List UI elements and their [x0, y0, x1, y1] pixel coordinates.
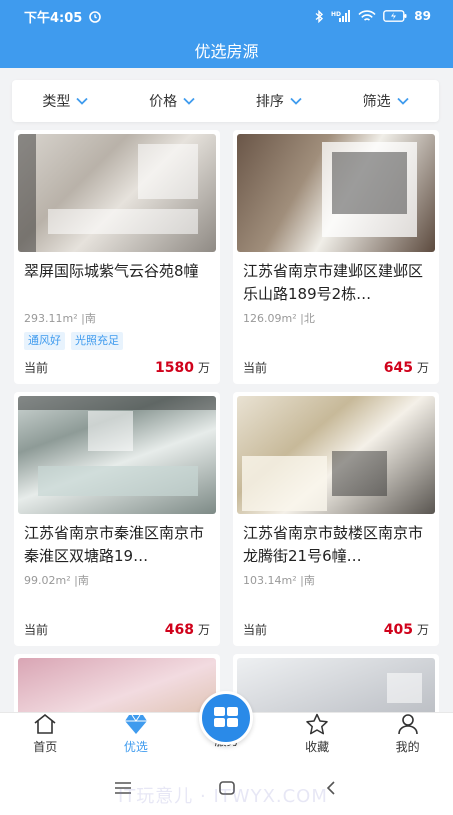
listing-title: 江苏省南京市鼓楼区南京市龙腾街21号6幢…	[243, 524, 424, 565]
listing-title: 翠屏国际城紫气云谷苑8幢	[24, 262, 199, 280]
price-label: 当前	[24, 623, 49, 637]
listing-photo	[18, 134, 216, 252]
listing-price-row: 当前 405 万	[243, 619, 429, 638]
listing-price-row: 当前 645 万	[243, 357, 429, 376]
alarm-icon	[89, 11, 102, 23]
price-unit: 万	[197, 361, 210, 375]
listing-meta: 126.09m² |北	[243, 312, 315, 325]
menu-icon	[114, 781, 131, 794]
filter-type-label: 类型	[42, 94, 71, 110]
filter-price[interactable]: 价格	[119, 91, 226, 111]
listing-title: 江苏省南京市建邺区建邺区乐山路189号2栋…	[243, 262, 424, 303]
filter-more-label: 筛选	[362, 94, 391, 110]
tab-home-label: 首页	[33, 740, 58, 754]
star-icon	[306, 713, 328, 735]
listing-tag: 通风好	[24, 332, 65, 350]
tab-mine-label: 我的	[395, 740, 420, 754]
listing-photo	[18, 658, 216, 712]
listing-card[interactable]: 江苏省南京市秦淮区南京市秦淮区双塘路19… 99.02m² |南 当前 468 万	[14, 392, 220, 646]
listing-title: 江苏省南京市秦淮区南京市秦淮区双塘路19…	[24, 524, 205, 565]
filter-more[interactable]: 筛选	[332, 91, 439, 111]
listing-card[interactable]: 江苏省南京市建邺区建邺区乐山路189号2栋… 126.09m² |北 当前 64…	[233, 130, 439, 384]
listing-meta: 293.11m² |南	[24, 312, 96, 325]
tab-featured[interactable]: 优选	[91, 713, 182, 760]
status-bar: 下午4:05 HD 89	[0, 0, 453, 32]
chevron-down-icon	[396, 97, 409, 105]
listing-card[interactable]	[233, 654, 439, 712]
listing-photo	[18, 396, 216, 514]
user-icon	[397, 714, 418, 735]
listing-card[interactable]: 翠屏国际城紫气云谷苑8幢 293.11m² |南 通风好 光照充足 当前 158…	[14, 130, 220, 384]
price-unit: 万	[416, 361, 429, 375]
status-time: 下午4:05	[24, 10, 83, 26]
listing-card[interactable]: 江苏省南京市鼓楼区南京市龙腾街21号6幢… 103.14m² |南 当前 405…	[233, 392, 439, 646]
home-nav-button[interactable]	[215, 776, 239, 800]
page-title: 优选房源	[194, 42, 259, 61]
diamond-icon	[124, 714, 147, 734]
price-label: 当前	[24, 361, 49, 375]
tab-mine[interactable]: 我的	[362, 713, 453, 760]
tab-favorites[interactable]: 收藏	[272, 713, 363, 760]
svg-text:HD: HD	[331, 11, 341, 18]
listing-price: 468	[164, 622, 194, 638]
listing-grid: 翠屏国际城紫气云谷苑8幢 293.11m² |南 通风好 光照充足 当前 158…	[14, 130, 439, 712]
chevron-down-icon	[76, 97, 89, 105]
signal-icon: HD	[331, 10, 351, 22]
price-label: 当前	[243, 361, 268, 375]
back-nav-button[interactable]	[319, 776, 343, 800]
listing-photo	[237, 396, 435, 514]
filter-bar: 类型 价格 排序 筛选	[12, 80, 439, 122]
listing-photo	[237, 134, 435, 252]
grid-icon	[214, 706, 239, 727]
page-header: 优选房源	[0, 32, 453, 68]
listing-price: 645	[383, 360, 413, 376]
chevron-down-icon	[290, 97, 302, 105]
listing-price-row: 当前 468 万	[24, 619, 210, 638]
listing-tag: 光照充足	[71, 332, 123, 350]
listing-tags: 通风好 光照充足	[14, 332, 220, 350]
listing-card[interactable]	[14, 654, 220, 712]
back-icon	[326, 780, 335, 795]
listing-meta: 99.02m² |南	[24, 574, 89, 587]
tab-featured-label: 优选	[123, 740, 148, 754]
filter-price-label: 价格	[149, 94, 178, 110]
bluetooth-icon	[315, 9, 324, 23]
wifi-icon	[358, 9, 376, 21]
price-label: 当前	[243, 623, 268, 637]
price-unit: 万	[197, 623, 210, 637]
square-icon	[218, 780, 235, 795]
battery-icon	[383, 10, 407, 22]
listing-price: 1580	[155, 360, 194, 376]
listing-photo	[237, 658, 435, 712]
bottom-tab-bar: 首页 优选 服务 收藏 我的	[0, 691, 453, 760]
listing-meta: 103.14m² |南	[243, 574, 315, 587]
menu-nav-button[interactable]	[111, 776, 135, 800]
filter-type[interactable]: 类型	[12, 91, 119, 111]
tab-service[interactable]: 服务	[181, 691, 272, 760]
tab-home[interactable]: 首页	[0, 713, 91, 760]
home-icon	[34, 713, 56, 734]
price-unit: 万	[416, 623, 429, 637]
chevron-down-icon	[183, 97, 195, 105]
filter-sort[interactable]: 排序	[226, 91, 333, 111]
battery-percent: 89	[414, 9, 431, 23]
service-button[interactable]	[199, 691, 254, 745]
listing-price-row: 当前 1580 万	[24, 357, 210, 376]
listing-price: 405	[383, 622, 413, 638]
filter-sort-label: 排序	[255, 94, 284, 110]
tab-favorites-label: 收藏	[305, 740, 330, 754]
system-nav-bar	[0, 760, 453, 815]
